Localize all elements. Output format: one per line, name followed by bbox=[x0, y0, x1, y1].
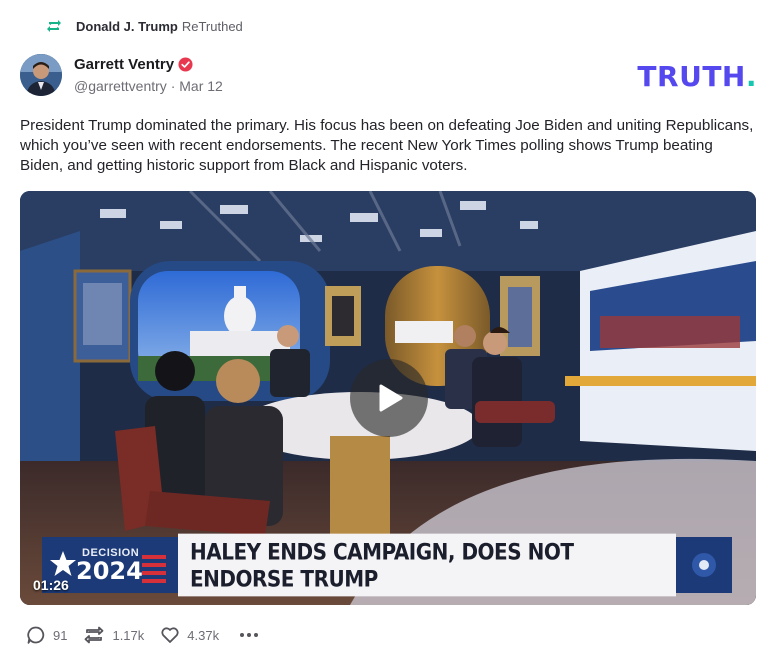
decision-year: 2024 bbox=[76, 557, 143, 585]
retruth-button[interactable]: 1.17k bbox=[83, 625, 144, 645]
news-headline: HALEY ENDS CAMPAIGN, DOES NOT ENDORSE TR… bbox=[178, 533, 676, 597]
retruth-user[interactable]: Donald J. Trump bbox=[76, 19, 178, 34]
video-player[interactable]: DECISION 2024 HALEY ENDS CAMPAIGN, DOES … bbox=[20, 191, 756, 605]
author-block: Garrett Ventry @garrettventry · Mar 12 bbox=[74, 56, 223, 94]
video-duration: 01:26 bbox=[33, 577, 69, 593]
retruth-count: 1.17k bbox=[112, 627, 145, 643]
retruth-icon bbox=[85, 626, 104, 644]
heart-icon bbox=[161, 627, 179, 643]
play-button[interactable] bbox=[350, 359, 428, 437]
author-handle[interactable]: @garrettventry bbox=[74, 78, 167, 94]
author-meta: @garrettventry · Mar 12 bbox=[74, 78, 223, 94]
play-icon bbox=[379, 384, 403, 412]
reply-button[interactable]: 91 bbox=[26, 625, 67, 645]
truth-logo-text: TRUTH bbox=[637, 60, 746, 93]
post-actions: 91 1.17k 4.37k bbox=[26, 625, 259, 645]
news-lower-third: DECISION 2024 HALEY ENDS CAMPAIGN, DOES … bbox=[42, 533, 732, 597]
author-name-row[interactable]: Garrett Ventry bbox=[74, 56, 223, 73]
reply-count: 91 bbox=[53, 627, 68, 643]
verified-badge-icon bbox=[178, 57, 193, 72]
post-date[interactable]: Mar 12 bbox=[179, 78, 223, 94]
avatar[interactable] bbox=[20, 54, 62, 96]
flag-stripes-icon bbox=[142, 555, 166, 583]
like-count: 4.37k bbox=[187, 627, 220, 643]
post-header: Garrett Ventry @garrettventry · Mar 12 T… bbox=[20, 54, 757, 98]
retruth-icon bbox=[46, 18, 62, 34]
network-logo-icon bbox=[676, 537, 732, 593]
meta-separator: · bbox=[170, 78, 180, 94]
star-icon bbox=[50, 551, 76, 576]
retruth-bar: Donald J. Trump ReTruthed bbox=[46, 18, 243, 34]
more-icon bbox=[240, 633, 259, 637]
post-text: President Trump dominated the primary. H… bbox=[20, 117, 754, 174]
retruth-label: ReTruthed bbox=[181, 18, 243, 34]
truth-logo: TRUTH. bbox=[637, 60, 757, 93]
more-options-button[interactable] bbox=[239, 632, 259, 638]
like-button[interactable]: 4.37k bbox=[160, 625, 219, 645]
reply-icon bbox=[27, 626, 45, 644]
truth-logo-dot: . bbox=[745, 60, 757, 93]
author-name[interactable]: Garrett Ventry bbox=[74, 56, 174, 73]
